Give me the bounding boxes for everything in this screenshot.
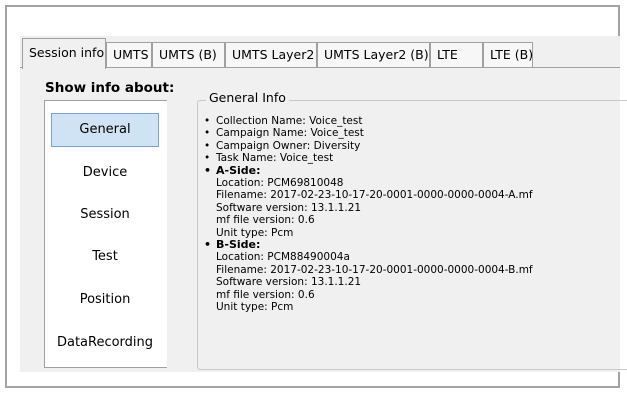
task-name: Task Name: Voice_test — [202, 152, 533, 165]
nav-item-general[interactable]: General — [51, 113, 159, 147]
nav-item-datarecording[interactable]: DataRecording — [51, 326, 159, 360]
info-category-list: General Device Session Test Position Dat… — [44, 100, 167, 368]
a-side-software-version: Software version: 13.1.1.21 — [216, 201, 362, 214]
nav-item-session[interactable]: Session — [51, 198, 159, 232]
b-side-software-version: Software version: 13.1.1.21 — [216, 276, 362, 289]
tab-umts[interactable]: UMTS — [106, 42, 152, 67]
tab-bar: Session info UMTS UMTS (B) UMTS Layer2 U… — [20, 38, 620, 69]
a-side-mf-file-version: mf file version: 0.6 — [216, 214, 315, 227]
tab-session-info[interactable]: Session info — [22, 38, 106, 69]
a-side-location: Location: PCM69810048 — [216, 177, 344, 190]
b-side-unit-type: Unit type: Pcm — [216, 301, 294, 314]
campaign-owner: Campaign Owner: Diversity — [202, 140, 533, 153]
b-side-heading: B-Side: — [202, 238, 533, 252]
tab-umts-layer2[interactable]: UMTS Layer2 — [225, 42, 317, 67]
nav-item-position[interactable]: Position — [51, 283, 159, 317]
tab-umts-layer2-b[interactable]: UMTS Layer2 (B) — [317, 42, 430, 67]
b-side-filename: Filename: 2017-02-23-10-17-20-0001-0000-… — [216, 263, 533, 276]
b-side-location: Location: PCM88490004a — [216, 251, 350, 264]
collection-name: Collection Name: Voice_test — [202, 115, 533, 128]
nav-item-device[interactable]: Device — [51, 156, 159, 190]
campaign-name: Campaign Name: Voice_test — [202, 127, 533, 140]
general-info-title: General Info — [206, 90, 289, 105]
a-side-heading: A-Side: — [202, 164, 533, 178]
tab-umts-b[interactable]: UMTS (B) — [152, 42, 225, 67]
general-info-list: Collection Name: Voice_test Campaign Nam… — [202, 115, 533, 314]
b-side-mf-file-version: mf file version: 0.6 — [216, 288, 315, 301]
show-info-title: Show info about: — [45, 80, 175, 96]
a-side-filename: Filename: 2017-02-23-10-17-20-0001-0000-… — [216, 189, 533, 202]
tab-lte-b[interactable]: LTE (B) — [483, 42, 533, 67]
nav-item-test[interactable]: Test — [51, 240, 159, 274]
tab-lte[interactable]: LTE — [430, 42, 483, 67]
